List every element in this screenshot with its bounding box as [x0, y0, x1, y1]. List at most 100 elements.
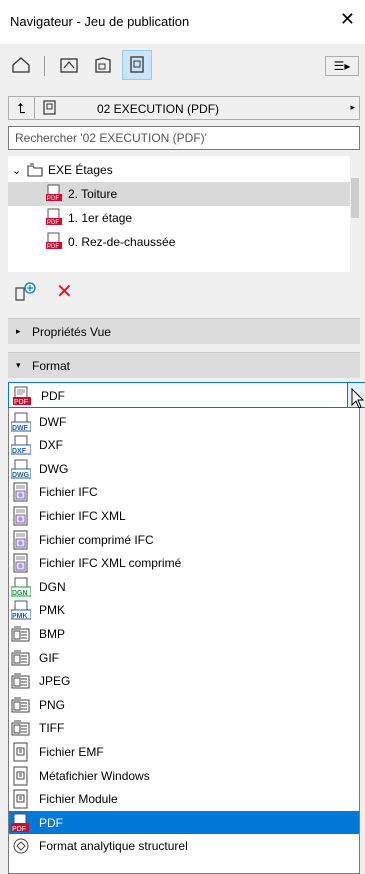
house-icon	[12, 57, 30, 73]
publisher-set-selector[interactable]: ⮤ 02 EXECUTION (PDF) ▸	[8, 96, 360, 120]
format-option-label: DWG	[39, 461, 69, 476]
format-option[interactable]: Fichier comprimé IFC	[9, 528, 359, 551]
view-map-icon	[60, 58, 78, 73]
format-option-label: Fichier IFC XML	[39, 508, 126, 523]
format-option[interactable]: DWF DWF	[9, 410, 359, 433]
format-combobox[interactable]: PDF PDF ⌄	[8, 382, 365, 408]
format-option-label: PNG	[39, 697, 66, 712]
format-option[interactable]: DXF DXF	[9, 434, 359, 457]
format-option-label: JPEG	[39, 674, 71, 689]
format-option-label: PDF	[39, 815, 63, 830]
submenu-arrow-icon[interactable]: ▸	[350, 102, 355, 113]
dwg-format-icon: DWG	[10, 459, 33, 479]
expand-chevron-icon[interactable]: ⌄	[12, 164, 26, 177]
view-map-button[interactable]	[54, 50, 84, 80]
svg-text:PDF: PDF	[14, 399, 28, 406]
expand-arrow-icon: ▾	[16, 360, 21, 370]
format-dropdown-list: DWF DWF DXF DXF DWG DWG Fichier IFC Fichier IFC…	[8, 408, 360, 874]
layout-book-button[interactable]	[88, 50, 118, 80]
format-option-label: DWF	[39, 414, 67, 429]
publisher-sets-icon	[130, 56, 144, 73]
svg-text:DWG: DWG	[12, 472, 30, 479]
img-format-icon	[11, 648, 33, 668]
svg-text:DXF: DXF	[12, 448, 27, 455]
ifc-format-icon	[11, 482, 33, 502]
img-format-icon	[11, 695, 33, 715]
format-option[interactable]: Métafichier Windows	[9, 764, 359, 787]
mod-format-icon	[11, 789, 33, 809]
format-option[interactable]: JPEG	[9, 670, 359, 693]
ifc-format-icon	[11, 530, 33, 550]
format-option-label: Fichier comprimé IFC	[39, 532, 154, 547]
tree-item-label: 1. 1er étage	[68, 211, 133, 225]
format-selected-value: PDF	[41, 389, 65, 403]
section-label: Format	[32, 359, 71, 373]
tree-item[interactable]: PDF 2. Toiture	[8, 182, 350, 206]
svg-text:PDF: PDF	[47, 220, 59, 226]
navigator-toolbar: ☰▸	[0, 44, 365, 90]
close-icon[interactable]: ✕	[340, 9, 355, 29]
img-format-icon	[11, 624, 33, 644]
tree-item[interactable]: PDF 0. Rez-de-chaussée	[8, 230, 350, 254]
img-format-icon	[11, 671, 33, 691]
publisher-sets-button[interactable]	[122, 50, 152, 80]
publisher-set-icon	[43, 100, 57, 119]
format-option[interactable]: Fichier Module	[9, 788, 359, 811]
svg-text:PDF: PDF	[47, 196, 59, 202]
format-section-header[interactable]: ▾ Format	[8, 352, 360, 378]
properties-section-header[interactable]: ▸ Propriétés Vue	[8, 318, 360, 344]
publisher-set-name: 02 EXECUTION (PDF)	[97, 102, 220, 116]
format-option[interactable]: Fichier IFC XML	[9, 504, 359, 527]
format-option-label: BMP	[39, 626, 66, 641]
tree-folder-label: EXE Étages	[48, 163, 113, 177]
format-option[interactable]: BMP	[9, 622, 359, 645]
format-option[interactable]: DWG DWG	[9, 457, 359, 480]
tree-item[interactable]: PDF 1. 1er étage	[8, 206, 350, 230]
saf-format-icon	[11, 836, 33, 856]
folder-icon	[27, 163, 43, 177]
format-option[interactable]: PNG	[9, 693, 359, 716]
format-option-label: PMK	[39, 603, 66, 618]
add-page-button[interactable]	[14, 282, 38, 305]
go-up-icon[interactable]: ⮤	[9, 97, 35, 119]
format-option[interactable]: Fichier EMF	[9, 740, 359, 763]
ifc-format-icon	[11, 553, 33, 573]
format-option[interactable]: Fichier IFC	[9, 481, 359, 504]
dxf-format-icon: DXF	[10, 435, 33, 455]
format-option[interactable]: Fichier IFC XML comprimé	[9, 552, 359, 575]
add-page-icon	[15, 282, 36, 301]
pdf-icon: PDF	[13, 386, 31, 409]
format-option-label: Métafichier Windows	[39, 768, 150, 783]
tree-scrollbar[interactable]	[350, 156, 360, 272]
tree-item-label: 0. Rez-de-chaussée	[68, 235, 176, 249]
ifc-format-icon	[11, 506, 33, 526]
svg-text:PDF: PDF	[12, 826, 26, 833]
dgn-format-icon: DGN	[10, 577, 33, 597]
options-menu-button[interactable]: ☰▸	[325, 56, 359, 76]
format-option[interactable]: PDF PDF	[9, 811, 359, 835]
svg-text:DGN: DGN	[12, 590, 28, 597]
collapse-arrow-icon: ▸	[16, 326, 21, 336]
format-option[interactable]: TIFF	[9, 717, 359, 740]
project-map-button[interactable]	[6, 50, 36, 80]
format-option[interactable]: GIF	[9, 646, 359, 669]
tree-item-label: 2. Toiture	[68, 187, 118, 201]
delete-button[interactable]: ✕	[56, 282, 73, 302]
svg-text:PMK: PMK	[12, 613, 28, 620]
tree-folder-row[interactable]: ⌄ EXE Étages	[8, 158, 350, 182]
format-option-label: Format analytique structurel	[39, 839, 188, 854]
pdf-format-icon: PDF	[11, 813, 33, 833]
format-option-label: GIF	[39, 650, 59, 665]
wmf-format-icon	[11, 766, 33, 786]
format-option[interactable]: PMK PMK	[9, 599, 359, 622]
window-title: Navigateur - Jeu de publication	[10, 14, 190, 29]
format-option[interactable]: DGN DGN	[9, 575, 359, 598]
publisher-tree: ⌄ EXE Étages PDF 2. Toiture PDF 1. 1er é…	[8, 156, 350, 272]
format-option[interactable]: Format analytique structurel	[9, 835, 359, 858]
title-bar: Navigateur - Jeu de publication ✕	[0, 0, 365, 44]
pdf-icon: PDF	[46, 232, 62, 253]
scrollbar-thumb[interactable]	[351, 178, 359, 218]
img-format-icon	[11, 718, 33, 738]
search-input[interactable]: Rechercher '02 EXECUTION (PDF)'	[8, 126, 360, 150]
format-option-label: DGN	[39, 579, 66, 594]
